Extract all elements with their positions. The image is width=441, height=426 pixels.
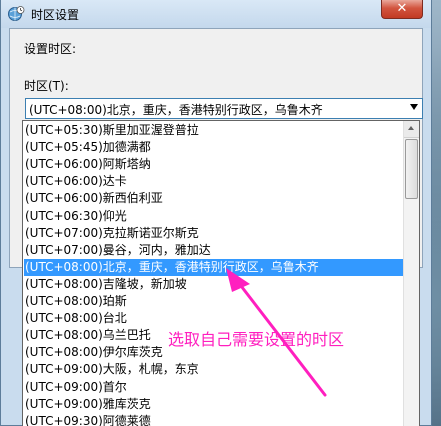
- timezone-option[interactable]: (UTC+09:00)首尔: [25, 379, 401, 396]
- timezone-combobox[interactable]: (UTC+08:00)北京，重庆，香港特别行政区，乌鲁木齐: [25, 98, 423, 119]
- close-icon: ✕: [396, 1, 408, 16]
- timezone-option[interactable]: (UTC+06:00)阿斯塔纳: [25, 156, 401, 173]
- timezone-option[interactable]: (UTC+06:00)达卡: [25, 173, 401, 190]
- timezone-option[interactable]: (UTC+08:00)珀斯: [25, 293, 401, 310]
- clock-globe-icon: [8, 6, 25, 21]
- arrow-up-icon: [408, 126, 414, 130]
- timezone-option[interactable]: (UTC+06:30)仰光: [25, 208, 401, 225]
- timezone-dropdown-list[interactable]: (UTC+05:30)斯里加亚渥登普拉 (UTC+05:45)加德满都 (UTC+0…: [22, 120, 420, 426]
- window-title: 时区设置: [31, 8, 80, 22]
- close-button[interactable]: ✕: [381, 0, 423, 19]
- timezone-option[interactable]: (UTC+07:00)克拉斯诺亚尔斯克: [25, 225, 401, 242]
- scroll-up-button[interactable]: [404, 121, 419, 138]
- vertical-scrollbar[interactable]: [403, 121, 419, 426]
- set-timezone-label: 设置时区:: [24, 42, 77, 56]
- timezone-option[interactable]: (UTC+06:00)新西伯利亚: [25, 190, 401, 207]
- timezone-option-selected[interactable]: (UTC+08:00)北京，重庆，香港特别行政区，乌鲁木齐: [24, 258, 405, 276]
- annotation-text: 选取自己需要设置的时区: [168, 330, 345, 349]
- timezone-option[interactable]: (UTC+08:00)台北: [25, 310, 401, 327]
- title-bar[interactable]: 时区设置 ✕: [1, 0, 431, 28]
- scrollbar-thumb[interactable]: [405, 139, 418, 199]
- chevron-down-icon[interactable]: [410, 104, 418, 110]
- timezone-option[interactable]: (UTC+07:00)曼谷，河内，雅加达: [25, 242, 401, 259]
- timezone-field-label: 时区(T):: [24, 79, 69, 93]
- timezone-option[interactable]: (UTC+05:45)加德满都: [25, 139, 401, 156]
- timezone-option[interactable]: (UTC+09:30)阿德莱德: [25, 413, 401, 426]
- timezone-option[interactable]: (UTC+09:00)大阪，札幌，东京: [25, 361, 401, 378]
- timezone-option[interactable]: (UTC+09:00)雅库茨克: [25, 396, 401, 413]
- timezone-combobox-value: (UTC+08:00)北京，重庆，香港特别行政区，乌鲁木齐: [29, 103, 323, 117]
- timezone-option[interactable]: (UTC+05:30)斯里加亚渥登普拉: [25, 122, 401, 139]
- timezone-option[interactable]: (UTC+08:00)吉隆坡，新加坡: [25, 276, 401, 293]
